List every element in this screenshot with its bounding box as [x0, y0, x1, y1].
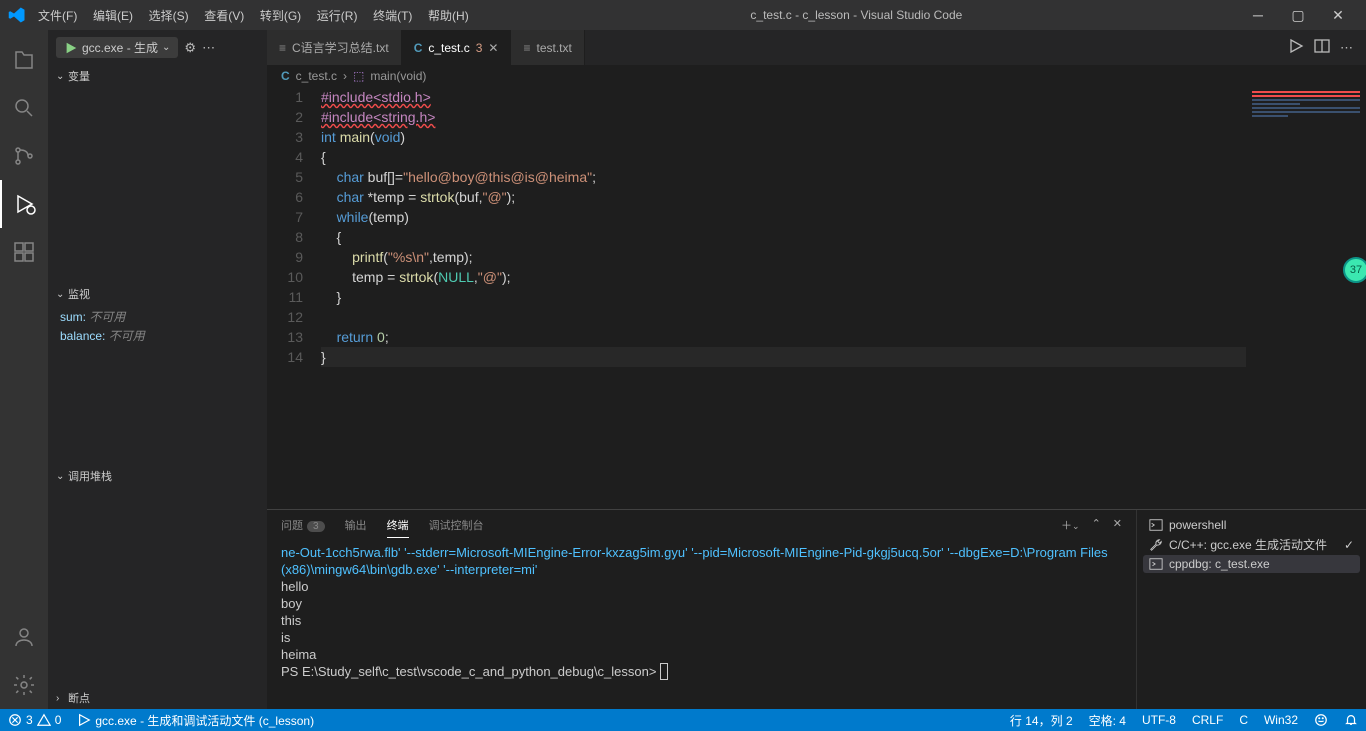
menu-edit[interactable]: 编辑(E) [87, 7, 139, 25]
c-file-icon: C [414, 41, 423, 55]
debug-sidebar: gcc.exe - 生成 ⌄ ⚙ ⋯ ⌄变量 ⌄监视 sum: 不可用 bala… [48, 30, 267, 709]
section-callstack[interactable]: ⌄调用堆栈 [48, 465, 267, 487]
status-eol[interactable]: CRLF [1184, 713, 1231, 727]
tab-file[interactable]: C c_test.c 3 ✕ [402, 30, 512, 65]
extensions-icon[interactable] [0, 228, 48, 276]
editor-tabs: ≡ C语言学习总结.txt C c_test.c 3 ✕ ≡ test.txt … [267, 30, 1366, 65]
status-errors[interactable]: 3 0 [0, 713, 69, 727]
status-bar: 3 0 gcc.exe - 生成和调试活动文件 (c_lesson) 行 14，… [0, 709, 1366, 731]
minimap[interactable] [1246, 87, 1366, 509]
bottom-panel: 问题3 输出 终端 调试控制台 ＋⌄ ⌃ ✕ ne-Out-1cch5rwa.f… [267, 509, 1366, 709]
menu-help[interactable]: 帮助(H) [422, 7, 475, 25]
status-lncol[interactable]: 行 14，列 2 [1002, 712, 1081, 729]
run-icon[interactable] [1288, 38, 1304, 57]
split-editor-icon[interactable] [1314, 38, 1330, 57]
minimize-button[interactable]: ─ [1238, 0, 1278, 30]
account-icon[interactable] [0, 613, 48, 661]
run-config-selector[interactable]: gcc.exe - 生成 ⌄ [56, 37, 178, 58]
menu-bar: 文件(F) 编辑(E) 选择(S) 查看(V) 转到(G) 运行(R) 终端(T… [32, 7, 475, 24]
status-encoding[interactable]: UTF-8 [1134, 713, 1184, 727]
window-title: c_test.c - c_lesson - Visual Studio Code [475, 8, 1238, 22]
status-spaces[interactable]: 空格: 4 [1081, 712, 1134, 729]
close-button[interactable]: ✕ [1318, 0, 1358, 30]
check-icon: ✓ [1344, 538, 1354, 552]
code-editor[interactable]: 1234567891011121314 #include<stdio.h>#in… [267, 87, 1366, 509]
tab-file[interactable]: ≡ C语言学习总结.txt [267, 30, 402, 65]
status-platform[interactable]: Win32 [1256, 713, 1306, 727]
close-icon[interactable]: ✕ [1113, 513, 1122, 537]
more-icon[interactable]: ⋯ [1340, 40, 1354, 56]
tab-file[interactable]: ≡ test.txt [511, 30, 584, 65]
search-icon[interactable] [0, 84, 48, 132]
feedback-icon[interactable] [1306, 713, 1336, 727]
file-icon: ≡ [523, 41, 530, 55]
menu-goto[interactable]: 转到(G) [254, 7, 307, 25]
source-control-icon[interactable] [0, 132, 48, 180]
bell-icon[interactable] [1336, 713, 1366, 727]
settings-icon[interactable] [0, 661, 48, 709]
more-icon[interactable]: ⋯ [202, 40, 216, 56]
terminal-list: powershell C/C++: gcc.exe 生成活动文件 ✓ cppdb… [1136, 510, 1366, 709]
chevron-up-icon[interactable]: ⌃ [1092, 513, 1101, 537]
file-icon: ≡ [279, 41, 286, 55]
panel-tab-terminal[interactable]: 终端 [387, 513, 409, 538]
menu-view[interactable]: 查看(V) [198, 7, 250, 25]
run-debug-icon[interactable] [0, 180, 48, 228]
terminal-item[interactable]: powershell [1143, 516, 1360, 534]
panel-tab-output[interactable]: 输出 [345, 513, 367, 537]
new-terminal-icon[interactable]: ＋⌄ [1061, 513, 1080, 537]
close-icon[interactable]: ✕ [488, 41, 498, 55]
gear-icon[interactable]: ⚙ [184, 40, 196, 56]
maximize-button[interactable]: ▢ [1278, 0, 1318, 30]
terminal-item[interactable]: cppdbg: c_test.exe [1143, 555, 1360, 573]
status-lang[interactable]: C [1231, 713, 1256, 727]
activity-bar [0, 30, 48, 709]
section-breakpoints[interactable]: ›断点 [48, 687, 267, 709]
menu-file[interactable]: 文件(F) [32, 7, 83, 25]
watch-item[interactable]: sum: 不可用 [60, 307, 255, 326]
terminal[interactable]: ne-Out-1cch5rwa.flb' '--stderr=Microsoft… [267, 540, 1136, 709]
status-launch[interactable]: gcc.exe - 生成和调试活动文件 (c_lesson) [69, 712, 322, 729]
menu-terminal[interactable]: 终端(T) [367, 7, 418, 25]
section-watch[interactable]: ⌄监视 [48, 283, 267, 305]
vscode-logo-icon [8, 6, 26, 24]
explorer-icon[interactable] [0, 36, 48, 84]
panel-tab-debug[interactable]: 调试控制台 [429, 513, 484, 537]
menu-select[interactable]: 选择(S) [143, 7, 195, 25]
wrench-icon [1149, 538, 1163, 552]
terminal-icon [1149, 518, 1163, 532]
breadcrumb[interactable]: C c_test.c › ⬚ main(void) [267, 65, 1366, 87]
panel-tab-problems[interactable]: 问题3 [281, 513, 325, 537]
watch-item[interactable]: balance: 不可用 [60, 326, 255, 345]
section-variables[interactable]: ⌄变量 [48, 65, 267, 87]
menu-run[interactable]: 运行(R) [311, 7, 364, 25]
c-file-icon: C [281, 69, 290, 83]
terminal-item[interactable]: C/C++: gcc.exe 生成活动文件 ✓ [1143, 534, 1360, 555]
extension-badge[interactable]: 37 [1343, 257, 1366, 283]
debug-icon [1149, 557, 1163, 571]
title-bar: 文件(F) 编辑(E) 选择(S) 查看(V) 转到(G) 运行(R) 终端(T… [0, 0, 1366, 30]
symbol-icon: ⬚ [353, 69, 364, 83]
